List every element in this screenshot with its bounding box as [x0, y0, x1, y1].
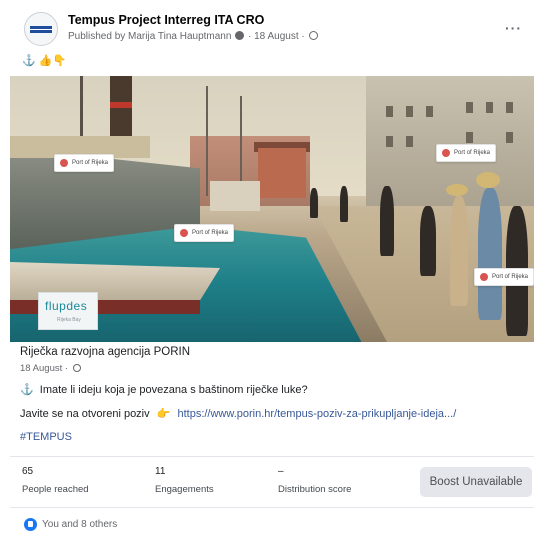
- shared-post-call-text: Javite se na otvoreni poziv: [20, 408, 150, 420]
- map-pin-icon: [442, 149, 450, 157]
- more-options-button[interactable]: ···: [505, 20, 522, 36]
- image-label-text: Port of Rijeka: [192, 230, 229, 236]
- image-label[interactable]: Port of Rijeka: [174, 224, 235, 242]
- image-person: [380, 186, 394, 256]
- image-person: [310, 188, 318, 218]
- post-header: Tempus Project Interreg ITA CRO Publishe…: [10, 12, 530, 48]
- image-person: [340, 186, 348, 222]
- shared-post-date-text[interactable]: 18 August: [20, 363, 62, 374]
- facebook-post: Tempus Project Interreg ITA CRO Publishe…: [0, 0, 534, 535]
- image-window: [426, 106, 433, 117]
- globe-icon: [309, 31, 319, 40]
- hashtag-link[interactable]: #TEMPUS: [20, 431, 72, 443]
- anchor-icon: ⚓: [20, 384, 34, 396]
- map-pin-icon: [480, 273, 488, 281]
- image-hat: [446, 184, 468, 196]
- shared-post-text: ⚓ Imate li ideju koja je povezana s bašt…: [20, 383, 308, 396]
- shared-post-question: Imate li ideju koja je povezana s baštin…: [39, 384, 308, 396]
- image-logo-text: flupdes: [45, 299, 88, 313]
- image-window: [386, 106, 393, 117]
- image-label-text: Port of Rijeka: [454, 150, 491, 156]
- stat-label: Engagements: [155, 484, 214, 495]
- stat-value: 11: [155, 466, 166, 477]
- stat-label: Distribution score: [278, 484, 352, 495]
- shared-post-date: 18 August ·: [20, 363, 81, 374]
- logo-icon: [30, 26, 52, 33]
- page-name[interactable]: Tempus Project Interreg ITA CRO: [68, 13, 264, 27]
- post-image[interactable]: Port of Rijeka Port of Rijeka Port of Ri…: [10, 76, 534, 342]
- post-date[interactable]: 18 August: [254, 31, 298, 42]
- image-person: [450, 196, 468, 306]
- image-cargo: [210, 181, 260, 211]
- divider: [10, 456, 534, 457]
- image-window: [506, 102, 513, 113]
- image-house: [258, 148, 306, 198]
- image-person: [478, 188, 502, 320]
- image-window: [386, 136, 393, 147]
- info-icon: [235, 31, 245, 40]
- image-window: [406, 136, 413, 147]
- stat-engagements: 11 Engagements: [155, 466, 214, 495]
- shared-post-call: Javite se na otvoreni poziv 👉 https://ww…: [20, 407, 456, 420]
- image-window: [486, 102, 493, 113]
- image-person: [420, 206, 436, 276]
- stat-value: –: [278, 466, 284, 477]
- image-window: [406, 106, 413, 117]
- reactions-text: You and 8 others: [42, 519, 118, 530]
- reactions-summary[interactable]: You and 8 others: [24, 518, 117, 531]
- image-label[interactable]: Port of Rijeka: [474, 268, 534, 286]
- image-funnel-band: [110, 102, 132, 108]
- stat-distribution-score: – Distribution score: [278, 466, 351, 495]
- published-by[interactable]: Published by Marija Tina Hauptmann: [68, 31, 231, 42]
- post-meta: Published by Marija Tina Hauptmann · 18 …: [68, 31, 319, 42]
- boost-button[interactable]: Boost Unavailable: [420, 467, 532, 497]
- shared-post-source[interactable]: Riječka razvojna agencija PORIN: [20, 346, 190, 358]
- anchor-icon: ⚓: [22, 55, 36, 67]
- emoji-text: 👍👇: [38, 55, 67, 67]
- shared-post-link[interactable]: https://www.porin.hr/tempus-poziv-za-pri…: [177, 408, 456, 420]
- map-pin-icon: [60, 159, 68, 167]
- image-label-text: Port of Rijeka: [492, 274, 529, 280]
- image-label[interactable]: Port of Rijeka: [436, 144, 497, 162]
- page-avatar[interactable]: [24, 12, 58, 46]
- stat-label: People reached: [22, 484, 89, 495]
- post-text: ⚓ 👍👇: [22, 54, 66, 67]
- divider: [10, 507, 534, 508]
- image-logo: flupdes Rijeka Bay: [38, 292, 98, 330]
- image-window: [506, 132, 513, 143]
- image-logo-subtext: Rijeka Bay: [57, 317, 81, 323]
- image-label[interactable]: Port of Rijeka: [54, 154, 115, 172]
- stat-value: 65: [22, 466, 34, 477]
- stat-people-reached: 65 People reached: [22, 466, 89, 495]
- image-label-text: Port of Rijeka: [72, 160, 109, 166]
- image-window: [466, 102, 473, 113]
- map-pin-icon: [180, 229, 188, 237]
- globe-icon: [72, 364, 81, 372]
- pointing-hand-icon: 👉: [156, 408, 171, 420]
- image-window: [466, 132, 473, 143]
- image-hat: [476, 172, 500, 188]
- shared-post-preview: Riječka razvojna agencija PORIN 18 Augus…: [20, 343, 524, 455]
- image-mast: [206, 86, 208, 196]
- like-icon: [24, 518, 37, 531]
